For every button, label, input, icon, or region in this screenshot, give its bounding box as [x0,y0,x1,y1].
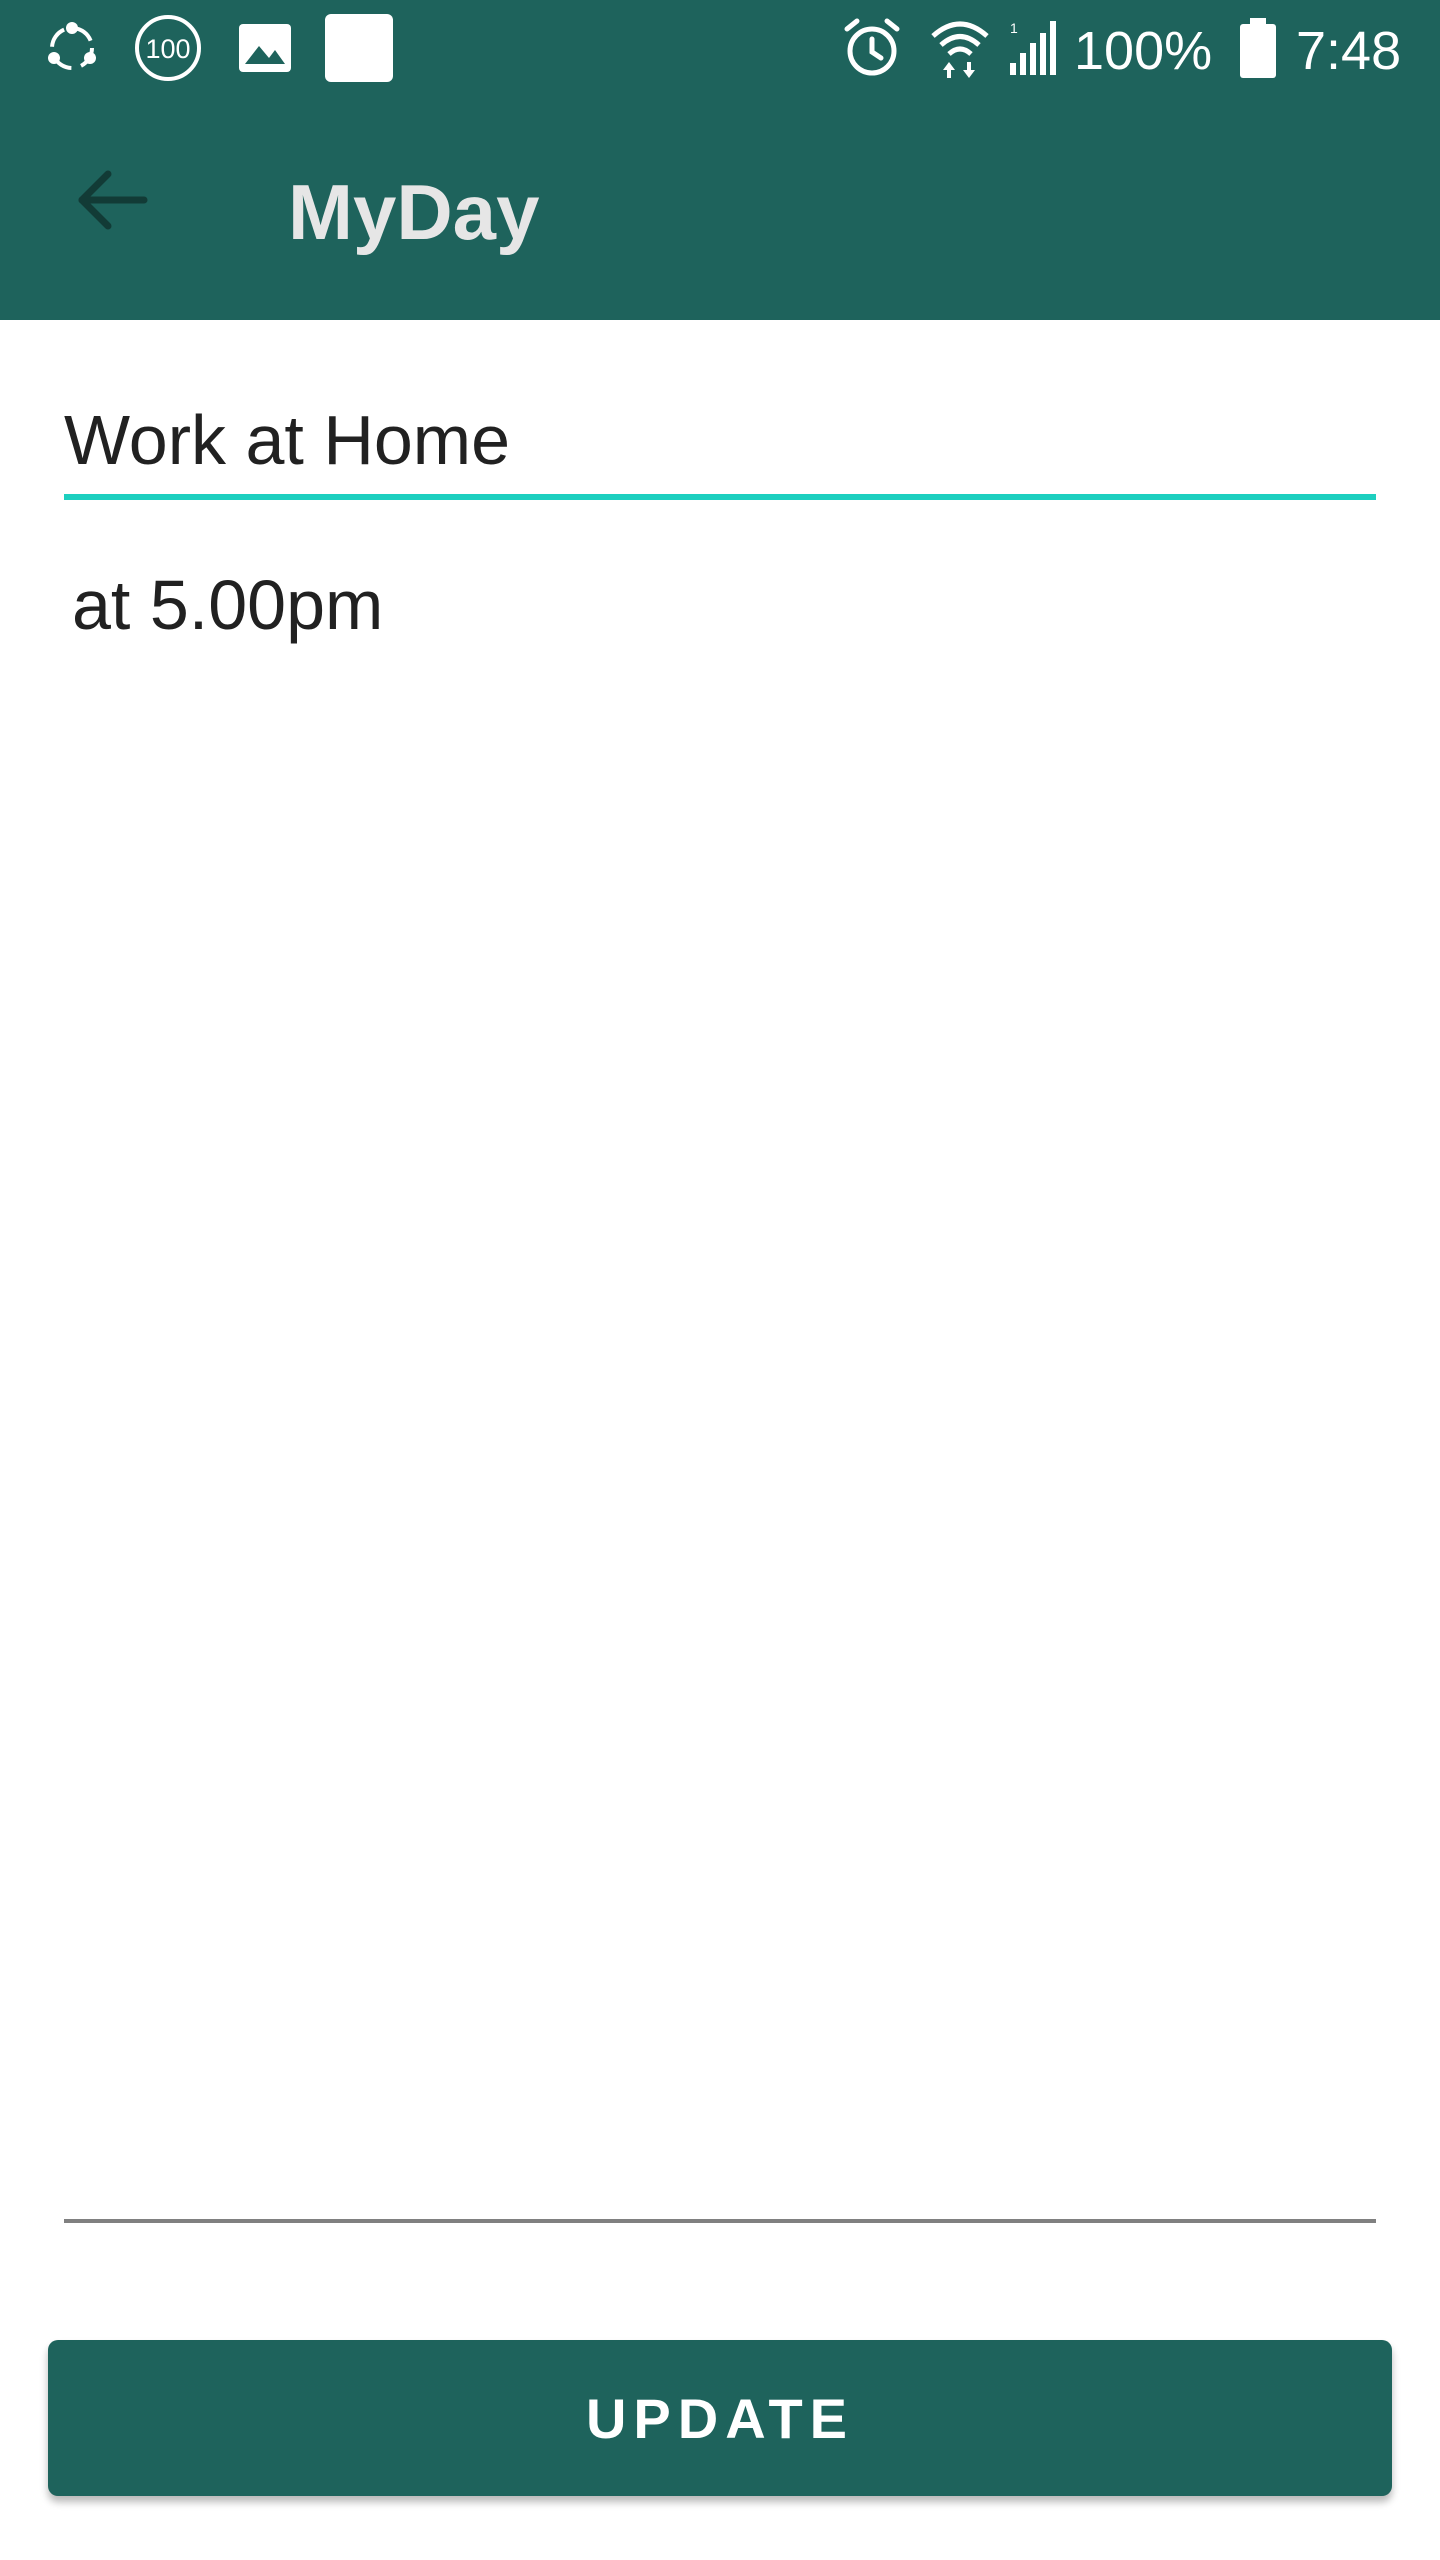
back-button[interactable] [48,136,176,264]
share-sync-icon [36,0,108,96]
clock: 7:48 [1296,21,1402,81]
arrow-back-icon [78,170,148,230]
image-icon [230,0,300,96]
app-screen: 100 1 100% 7:48 MyDay Work at Home at 5.… [0,0,1440,2560]
battery-percent: 100% [1074,21,1213,81]
badge-100-icon: 100 [130,0,206,96]
alarm-icon [836,0,908,96]
title-input[interactable]: Work at Home [64,390,1376,500]
wifi-icon [926,0,994,96]
note-body-input[interactable]: at 5.00pm [72,555,383,655]
signal-icon: 1 [1002,0,1062,96]
status-bar: 100 1 100% 7:48 [0,0,1440,96]
app-bar [0,96,1440,320]
note-body-underline [64,2219,1376,2223]
app-title: MyDay [288,168,540,256]
badge-100-text: 100 [145,34,190,64]
update-button[interactable]: UPDATE [48,2340,1392,2496]
svg-text:1: 1 [1010,20,1018,36]
blank-square-icon [324,0,394,96]
title-input-value: Work at Home [64,401,511,479]
battery-icon [1232,0,1284,96]
